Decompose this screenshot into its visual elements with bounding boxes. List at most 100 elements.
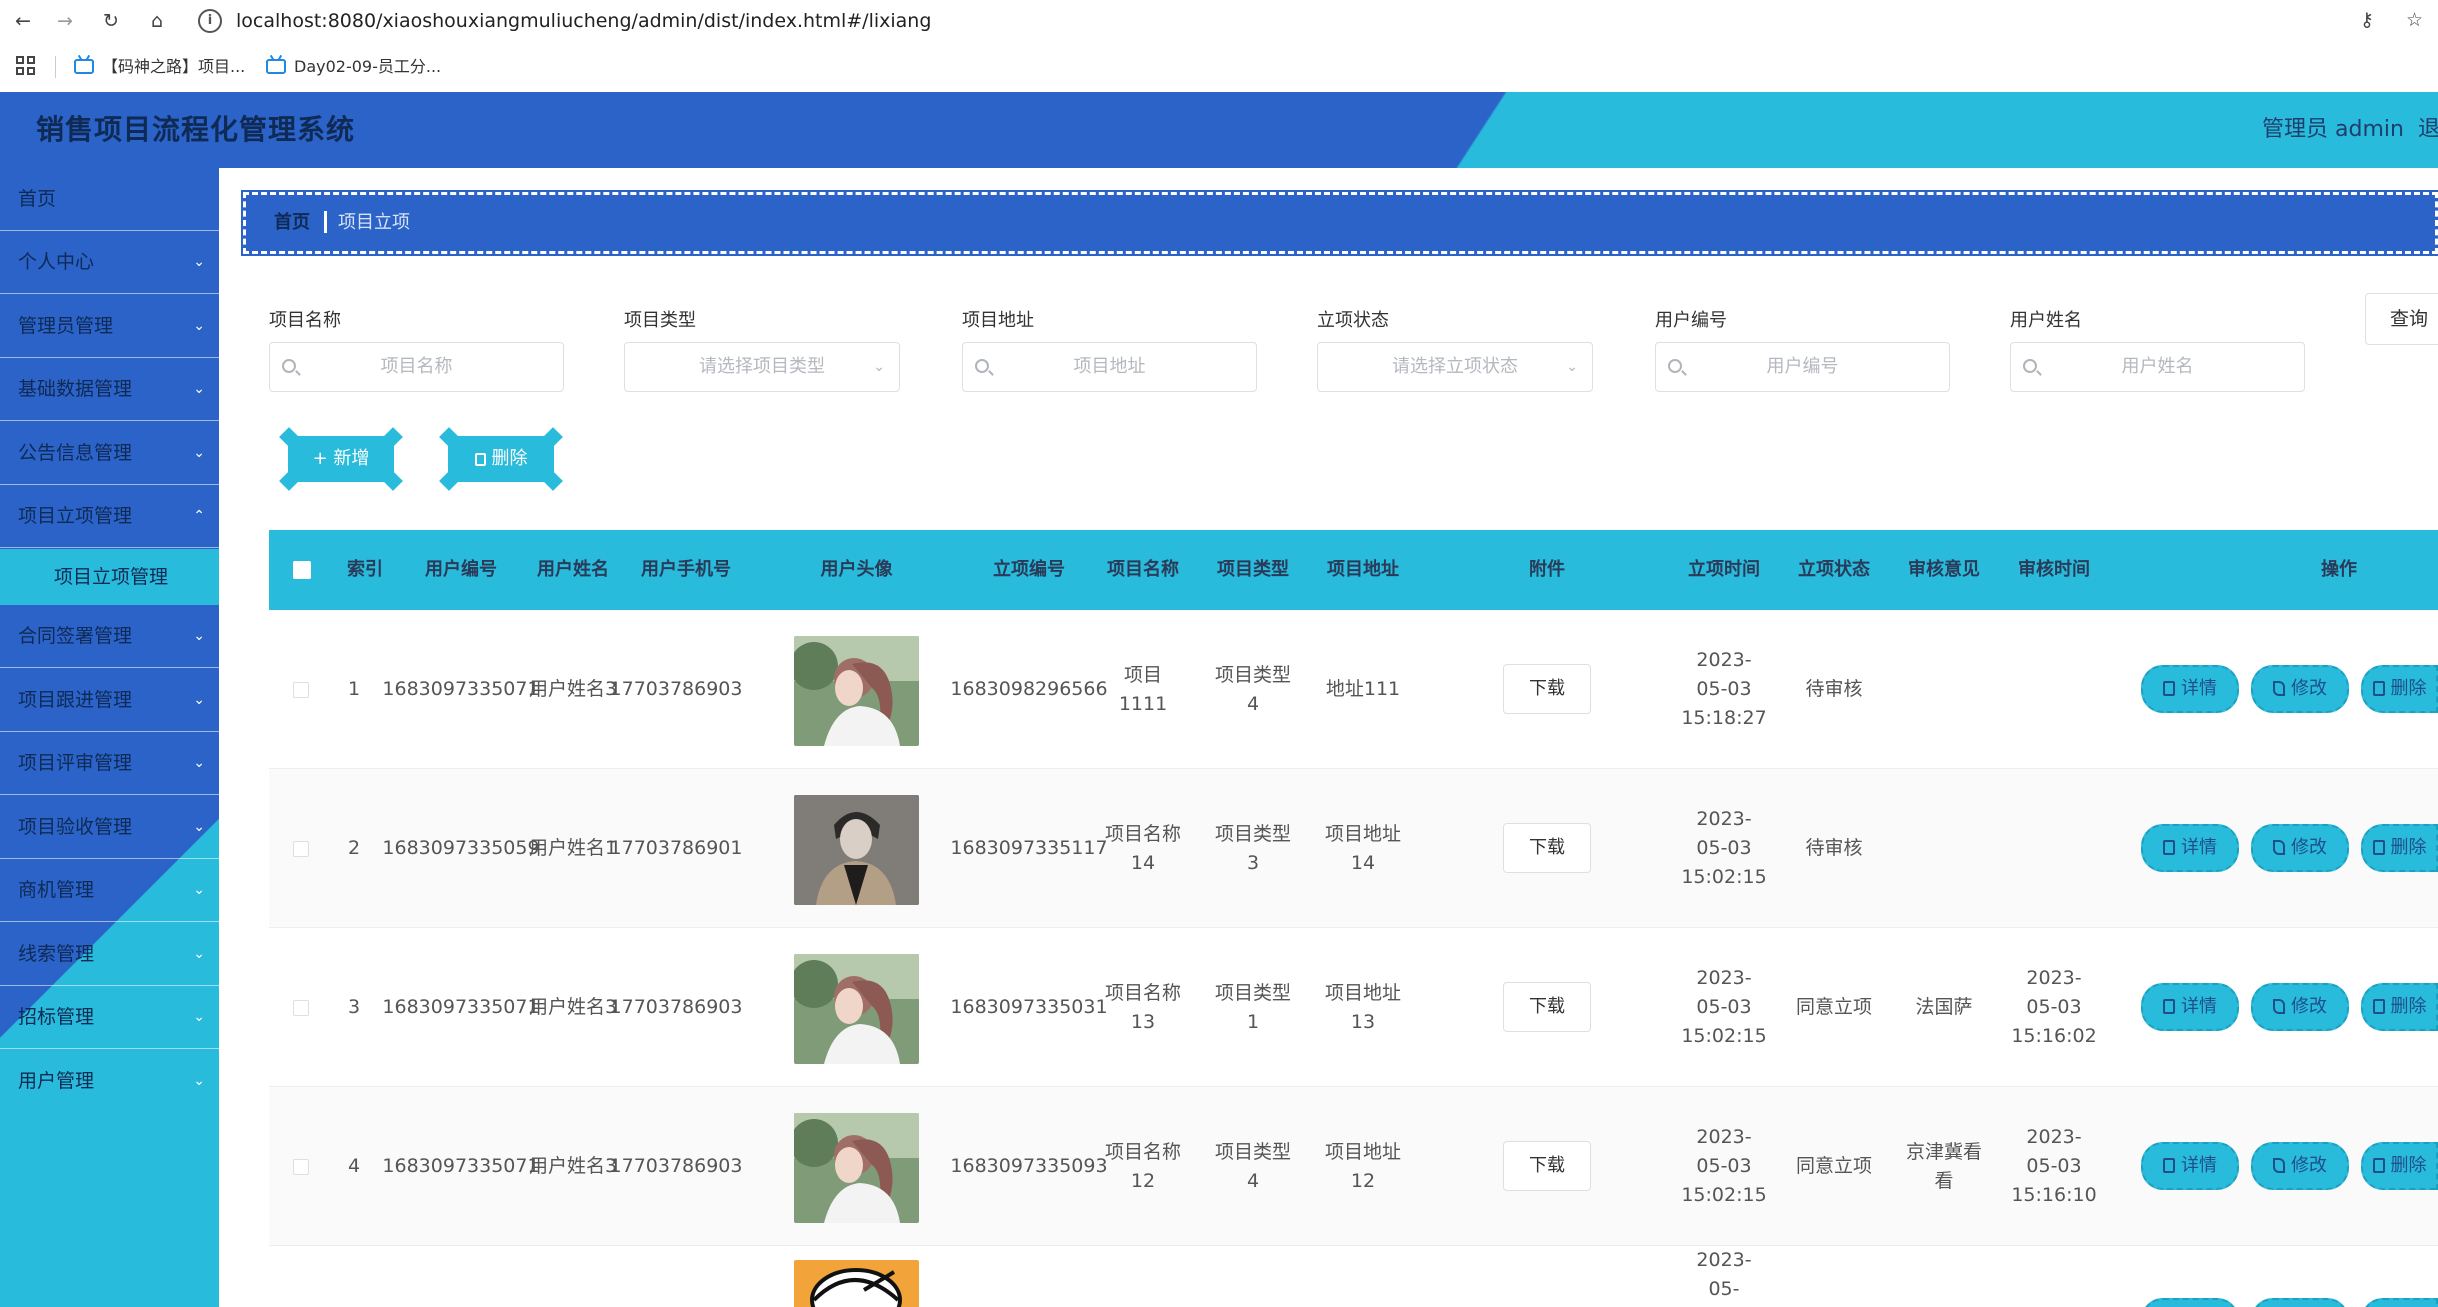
delete-button[interactable]: 删除 bbox=[2361, 665, 2438, 713]
edit-button[interactable]: 修改 bbox=[2251, 824, 2349, 872]
detail-button[interactable]: 详情 bbox=[2141, 983, 2239, 1031]
reload-icon[interactable]: ↻ bbox=[98, 8, 124, 34]
sidebar-item-home[interactable]: 首页 bbox=[0, 168, 219, 231]
download-button[interactable]: 下载 bbox=[1503, 982, 1591, 1032]
breadcrumb-home[interactable]: 首页 bbox=[274, 195, 310, 251]
delete-button[interactable]: 删除 bbox=[2361, 983, 2438, 1031]
bookmark-item-2[interactable]: Day02-09-员工分... bbox=[266, 55, 441, 79]
sidebar-item-opportunity[interactable]: 商机管理 ⌄ bbox=[0, 859, 219, 922]
sidebar-item-acceptance[interactable]: 项目验收管理 ⌄ bbox=[0, 796, 219, 859]
edit-button[interactable]: 修改 bbox=[2251, 665, 2349, 713]
cell-index: 2 bbox=[347, 837, 361, 859]
trash-icon bbox=[2372, 681, 2385, 696]
decor-corner bbox=[383, 427, 403, 447]
col-index: 索引 bbox=[347, 559, 383, 580]
select-all-checkbox[interactable] bbox=[293, 561, 311, 579]
cell-address: 项目地址12 bbox=[1324, 1140, 1401, 1192]
cell-project-type: 项目类型4 bbox=[1214, 663, 1291, 715]
chevron-down-icon: ⌄ bbox=[193, 445, 205, 461]
sidebar-item-users[interactable]: 用户管理 ⌄ bbox=[0, 1050, 219, 1113]
user-name-input[interactable]: 用户姓名 bbox=[2010, 342, 2305, 392]
row-checkbox[interactable] bbox=[293, 682, 309, 698]
cell-project-type: 项目类型4 bbox=[1214, 1140, 1291, 1192]
forward-icon[interactable]: → bbox=[52, 8, 78, 34]
avatar bbox=[794, 1260, 919, 1307]
chevron-down-icon: ⌄ bbox=[193, 628, 205, 644]
sidebar-subitem-project-setup[interactable]: 项目立项管理 bbox=[0, 549, 219, 605]
cell-setup-time: 2023-05-03 15:02:15 bbox=[1681, 808, 1767, 888]
col-user-no: 用户编号 bbox=[425, 559, 497, 580]
bookmark-item-1[interactable]: 【码神之路】项目... bbox=[74, 55, 245, 79]
download-button[interactable]: 下载 bbox=[1503, 1141, 1591, 1191]
delete-button[interactable]: 删除 bbox=[2361, 824, 2438, 872]
project-type-select[interactable]: 请选择项目类型 ⌄ bbox=[624, 342, 900, 392]
sidebar-item-notice[interactable]: 公告信息管理 ⌄ bbox=[0, 422, 219, 485]
trash-icon bbox=[2372, 840, 2385, 855]
col-project-type: 项目类型 bbox=[1217, 559, 1289, 580]
address-bar[interactable]: localhost:8080/xiaoshouxiangmuliucheng/a… bbox=[236, 9, 931, 33]
edit-button[interactable]: 修改 bbox=[2251, 983, 2349, 1031]
cell-status: 同意立项 bbox=[1795, 996, 1872, 1018]
cell-review-time bbox=[2014, 769, 2094, 928]
setup-status-select[interactable]: 请选择立项状态 ⌄ bbox=[1317, 342, 1593, 392]
delete-button[interactable] bbox=[2361, 1298, 2438, 1307]
col-status: 立项状态 bbox=[1798, 559, 1870, 580]
sidebar-item-review[interactable]: 项目评审管理 ⌄ bbox=[0, 732, 219, 795]
sidebar-item-profile[interactable]: 个人中心 ⌄ bbox=[0, 231, 219, 294]
header-user: 管理员 admin bbox=[2262, 117, 2404, 142]
chevron-down-icon: ⌄ bbox=[193, 318, 205, 334]
back-icon[interactable]: ← bbox=[10, 8, 36, 34]
col-attachment: 附件 bbox=[1529, 559, 1565, 580]
decor-corner bbox=[543, 427, 563, 447]
sidebar-item-leads[interactable]: 线索管理 ⌄ bbox=[0, 923, 219, 986]
sidebar-item-follow-up[interactable]: 项目跟进管理 ⌄ bbox=[0, 669, 219, 732]
cell-user-name: 用户姓名1 bbox=[528, 837, 618, 859]
app-header: 销售项目流程化管理系统 管理员 admin 退 bbox=[0, 92, 2438, 168]
cell-project-name: 项目名称13 bbox=[1104, 981, 1181, 1033]
add-button[interactable]: + 新增 bbox=[279, 427, 403, 491]
logout-link[interactable]: 退 bbox=[2418, 92, 2438, 168]
detail-button[interactable] bbox=[2141, 1298, 2239, 1307]
sidebar-item-bidding[interactable]: 招标管理 ⌄ bbox=[0, 986, 219, 1049]
delete-button[interactable]: 删除 bbox=[2361, 1142, 2438, 1190]
sidebar-item-contract[interactable]: 合同签署管理 ⌄ bbox=[0, 605, 219, 668]
home-icon[interactable]: ⌂ bbox=[144, 8, 170, 34]
site-info-icon[interactable]: i bbox=[198, 9, 222, 33]
pencil-icon bbox=[2273, 681, 2285, 696]
decor-corner bbox=[543, 471, 563, 491]
bookmark-star-icon[interactable]: ☆ bbox=[2406, 9, 2423, 31]
label-user-no: 用户编号 bbox=[1655, 310, 1727, 331]
col-actions: 操作 bbox=[2321, 559, 2357, 580]
cell-phone: 17703786903 bbox=[609, 678, 743, 700]
avatar-girl-image bbox=[794, 954, 919, 1064]
label-project-name: 项目名称 bbox=[269, 310, 341, 331]
chevron-down-icon: ⌄ bbox=[193, 1009, 205, 1025]
detail-button[interactable]: 详情 bbox=[2141, 824, 2239, 872]
user-no-input[interactable]: 用户编号 bbox=[1655, 342, 1950, 392]
detail-button[interactable]: 详情 bbox=[2141, 665, 2239, 713]
edit-button[interactable]: 修改 bbox=[2251, 1142, 2349, 1190]
query-button[interactable]: 查询 bbox=[2365, 293, 2438, 345]
sidebar-item-admin[interactable]: 管理员管理 ⌄ bbox=[0, 295, 219, 358]
row-checkbox[interactable] bbox=[293, 1159, 309, 1175]
chevron-down-icon: ⌄ bbox=[193, 692, 205, 708]
edit-button[interactable] bbox=[2251, 1298, 2349, 1307]
row-checkbox[interactable] bbox=[293, 1000, 309, 1016]
cell-project-no: 1683097335093 bbox=[950, 1155, 1108, 1177]
row-checkbox[interactable] bbox=[293, 841, 309, 857]
chevron-up-icon: ⌃ bbox=[193, 508, 205, 524]
detail-button[interactable]: 详情 bbox=[2141, 1142, 2239, 1190]
chevron-down-icon: ⌄ bbox=[193, 946, 205, 962]
download-button[interactable]: 下载 bbox=[1503, 823, 1591, 873]
project-address-input[interactable]: 项目地址 bbox=[962, 342, 1257, 392]
chevron-down-icon: ⌄ bbox=[193, 254, 205, 270]
password-key-icon[interactable]: ⚷ bbox=[2360, 9, 2374, 31]
app-title: 销售项目流程化管理系统 bbox=[36, 113, 356, 146]
sidebar-item-basic-data[interactable]: 基础数据管理 ⌄ bbox=[0, 358, 219, 421]
download-button[interactable]: 下载 bbox=[1503, 664, 1591, 714]
project-name-input[interactable]: 项目名称 bbox=[269, 342, 564, 392]
sidebar-item-project-setup[interactable]: 项目立项管理 ⌃ bbox=[0, 485, 219, 548]
batch-delete-button[interactable]: 删除 bbox=[439, 427, 563, 491]
cell-phone: 17703786903 bbox=[609, 996, 743, 1018]
apps-grid-icon[interactable] bbox=[16, 56, 36, 76]
